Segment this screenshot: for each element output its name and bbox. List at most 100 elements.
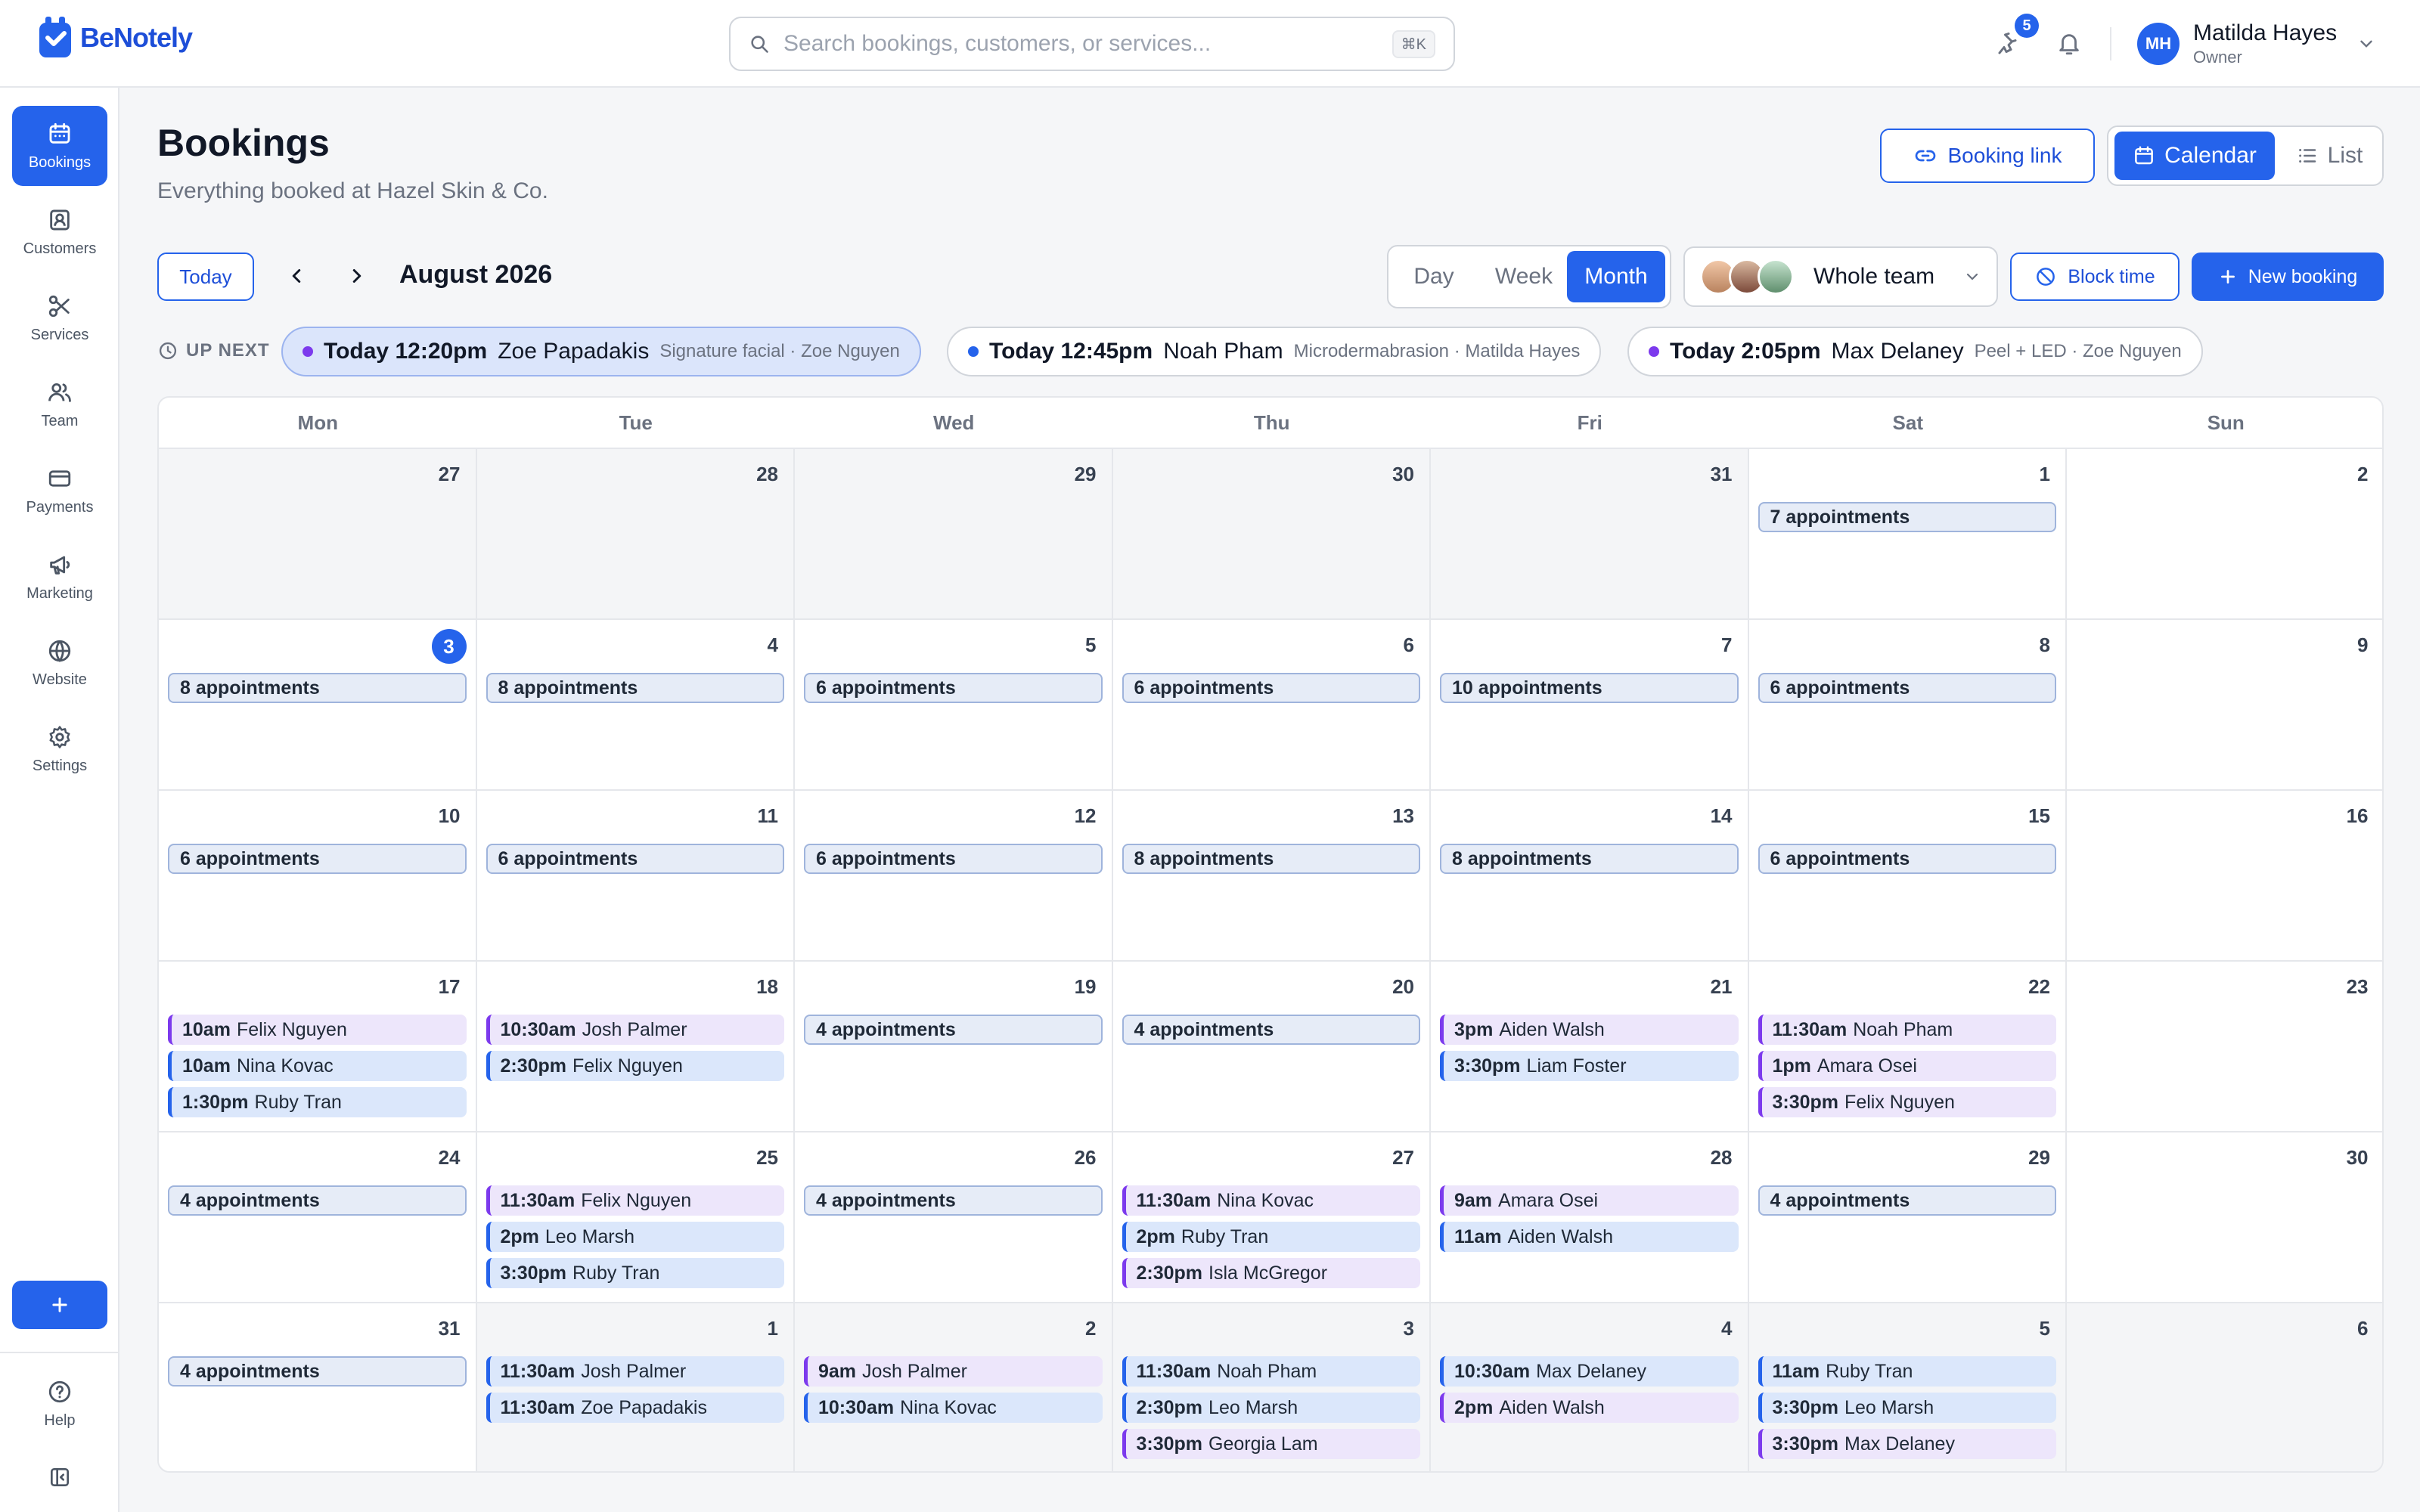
day-cell[interactable]: 19 4 appointments [795,960,1113,1131]
today-button[interactable]: Today [157,253,254,301]
appointment-event[interactable]: 10:30am Nina Kovac [804,1393,1103,1423]
day-cell[interactable]: 20 4 appointments [1112,960,1431,1131]
appointment-count-pill[interactable]: 8 appointments [486,673,784,703]
appointment-event[interactable]: 11:30am Noah Pham [1122,1356,1420,1387]
day-cell[interactable]: 2 [2067,448,2382,618]
booking-link-button[interactable]: Booking link [1880,129,2095,183]
day-cell[interactable]: 30 [1112,448,1431,618]
sidebar-item-services[interactable]: Services [12,278,107,358]
day-cell[interactable]: 9 [2067,618,2382,789]
appointment-event[interactable]: 10am Nina Kovac [168,1051,467,1081]
appointment-count-pill[interactable]: 4 appointments [1122,1015,1420,1045]
appointment-count-pill[interactable]: 10 appointments [1440,673,1739,703]
day-cell[interactable]: 26 4 appointments [795,1131,1113,1302]
appointment-event[interactable]: 2:30pm Felix Nguyen [486,1051,784,1081]
block-time-button[interactable]: Block time [2010,253,2180,301]
user-menu[interactable]: MH Matilda Hayes Owner [2137,20,2376,68]
day-cell[interactable]: 30 [2067,1131,2382,1302]
day-cell[interactable]: 7 10 appointments [1431,618,1749,789]
sidebar-item-settings[interactable]: Settings [12,709,107,789]
search-bar[interactable]: ⌘K [729,17,1455,71]
day-cell[interactable]: 31 [1431,448,1749,618]
day-cell[interactable]: 23 [2067,960,2382,1131]
sidebar-item-customers[interactable]: Customers [12,192,107,272]
appointment-count-pill[interactable]: 8 appointments [1440,844,1739,874]
app-logo[interactable]: BeNotely [36,15,193,60]
appointment-event[interactable]: 3:30pm Max Delaney [1758,1429,2056,1459]
appointment-event[interactable]: 10am Felix Nguyen [168,1015,467,1045]
appointment-event[interactable]: 3:30pm Ruby Tran [486,1258,784,1288]
appointment-event[interactable]: 11:30am Nina Kovac [1122,1185,1420,1216]
next-month-button[interactable] [339,253,375,299]
search-input[interactable] [783,31,1392,57]
appointment-event[interactable]: 11:30am Noah Pham [1758,1015,2056,1045]
appointment-event[interactable]: 11am Aiden Walsh [1440,1222,1739,1252]
appointment-count-pill[interactable]: 6 appointments [804,844,1103,874]
day-cell[interactable]: 25 11:30am Felix Nguyen 2pm Leo Marsh 3:30pm R… [476,1131,795,1302]
appointment-event[interactable]: 2pm Leo Marsh [486,1222,784,1252]
appointment-event[interactable]: 9am Josh Palmer [804,1356,1103,1387]
day-cell[interactable]: 3 8 appointments [159,618,477,789]
appointment-event[interactable]: 3:30pm Felix Nguyen [1758,1087,2056,1117]
day-cell[interactable]: 8 6 appointments [1748,618,2067,789]
appointment-count-pill[interactable]: 4 appointments [168,1185,467,1216]
appointment-count-pill[interactable]: 6 appointments [804,673,1103,703]
sidebar-item-bookings[interactable]: Bookings [12,106,107,186]
appointment-event[interactable]: 2:30pm Leo Marsh [1122,1393,1420,1423]
appointment-count-pill[interactable]: 4 appointments [1758,1185,2056,1216]
appointment-count-pill[interactable]: 6 appointments [1122,673,1420,703]
prev-month-button[interactable] [278,253,315,299]
day-cell[interactable]: 27 11:30am Nina Kovac 2pm Ruby Tran 2:30pm Isl… [1112,1131,1431,1302]
sidebar-item-help[interactable]: Help [12,1362,107,1445]
team-filter-select[interactable]: Whole team [1683,246,1998,307]
day-cell[interactable]: 27 [159,448,477,618]
day-cell[interactable]: 16 [2067,789,2382,960]
day-cell[interactable]: 6 [2067,1302,2382,1471]
appointment-event[interactable]: 3:30pm Leo Marsh [1758,1393,2056,1423]
appointment-event[interactable]: 1:30pm Ruby Tran [168,1087,467,1117]
appointment-count-pill[interactable]: 4 appointments [804,1015,1103,1045]
day-cell[interactable]: 1 11:30am Josh Palmer 11:30am Zoe Papadakis [476,1302,795,1471]
appointment-count-pill[interactable]: 4 appointments [168,1356,467,1387]
day-cell[interactable]: 29 4 appointments [1748,1131,2067,1302]
day-cell[interactable]: 11 6 appointments [476,789,795,960]
appointment-count-pill[interactable]: 6 appointments [168,844,467,874]
view-calendar-button[interactable]: Calendar [2114,132,2275,180]
appointment-event[interactable]: 9am Amara Osei [1440,1185,1739,1216]
appointment-count-pill[interactable]: 4 appointments [804,1185,1103,1216]
day-cell[interactable]: 21 3pm Aiden Walsh 3:30pm Liam Foster [1431,960,1749,1131]
appointment-count-pill[interactable]: 8 appointments [168,673,467,703]
day-cell[interactable]: 18 10:30am Josh Palmer 2:30pm Felix Nguyen [476,960,795,1131]
appointment-event[interactable]: 3:30pm Georgia Lam [1122,1429,1420,1459]
appointment-count-pill[interactable]: 6 appointments [1758,844,2056,874]
appointment-event[interactable]: 3:30pm Liam Foster [1440,1051,1739,1081]
appointment-event[interactable]: 3pm Aiden Walsh [1440,1015,1739,1045]
appointment-count-pill[interactable]: 7 appointments [1758,502,2056,532]
day-cell[interactable]: 4 8 appointments [476,618,795,789]
day-cell[interactable]: 2 9am Josh Palmer 10:30am Nina Kovac [795,1302,1113,1471]
sidebar-item-marketing[interactable]: Marketing [12,537,107,617]
notifications-button[interactable] [2051,26,2087,62]
collapse-sidebar-button[interactable] [12,1453,107,1501]
up-next-item[interactable]: Today 12:45pm Noah Pham Microdermabrasio… [947,327,1602,376]
day-cell[interactable]: 15 6 appointments [1748,789,2067,960]
appointment-event[interactable]: 11:30am Josh Palmer [486,1356,784,1387]
appointment-count-pill[interactable]: 6 appointments [486,844,784,874]
day-cell[interactable]: 1 7 appointments [1748,448,2067,618]
range-week-button[interactable]: Week [1476,251,1571,302]
day-cell[interactable]: 29 [795,448,1113,618]
day-cell[interactable]: 22 11:30am Noah Pham 1pm Amara Osei 3:30pm Fel… [1748,960,2067,1131]
appointment-event[interactable]: 11:30am Felix Nguyen [486,1185,784,1216]
appointment-event[interactable]: 2pm Aiden Walsh [1440,1393,1739,1423]
appointment-event[interactable]: 11am Ruby Tran [1758,1356,2056,1387]
appointment-event[interactable]: 1pm Amara Osei [1758,1051,2056,1081]
day-cell[interactable]: 14 8 appointments [1431,789,1749,960]
day-cell[interactable]: 28 9am Amara Osei 11am Aiden Walsh [1431,1131,1749,1302]
sidebar-item-website[interactable]: Website [12,623,107,703]
up-next-item[interactable]: Today 2:05pm Max Delaney Peel + LED · Zo… [1627,327,2203,376]
appointment-event[interactable]: 10:30am Max Delaney [1440,1356,1739,1387]
day-cell[interactable]: 4 10:30am Max Delaney 2pm Aiden Walsh [1431,1302,1749,1471]
sidebar-item-payments[interactable]: Payments [12,451,107,531]
appointment-count-pill[interactable]: 8 appointments [1122,844,1420,874]
appointment-event[interactable]: 2pm Ruby Tran [1122,1222,1420,1252]
